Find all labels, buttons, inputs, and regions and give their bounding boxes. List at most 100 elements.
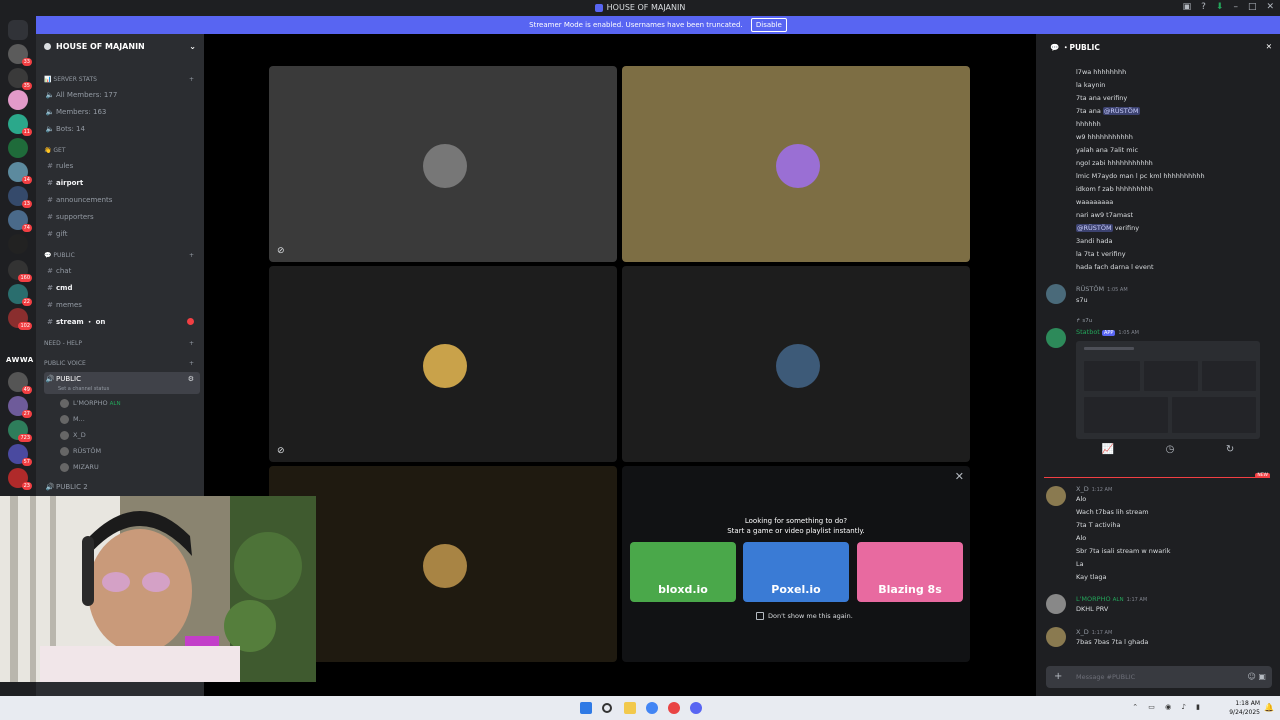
author-name: L'MORPHO bbox=[1076, 595, 1111, 603]
video-tile[interactable] bbox=[622, 266, 970, 462]
checkbox-icon[interactable] bbox=[756, 612, 764, 620]
voice-channel-public-2[interactable]: 🔊 PUBLIC 2 bbox=[44, 480, 200, 494]
add-channel-icon[interactable]: + bbox=[189, 74, 194, 86]
emoji-icon[interactable]: ☺ ▣ bbox=[1248, 666, 1266, 688]
video-tile[interactable]: ⊘ bbox=[269, 266, 617, 462]
search-icon[interactable] bbox=[602, 703, 612, 713]
hash-icon: # bbox=[47, 196, 53, 204]
channel-cmd[interactable]: # cmd bbox=[44, 281, 200, 295]
maximize-icon[interactable]: □ bbox=[1248, 2, 1257, 12]
chevron-down-icon[interactable]: ⌄ bbox=[189, 42, 196, 60]
channel-chat[interactable]: # chat bbox=[44, 264, 200, 278]
home-icon[interactable] bbox=[8, 20, 28, 40]
server-icon[interactable]: 160 bbox=[8, 260, 32, 282]
message-input[interactable]: + Message #PUBLIC ☺ ▣ bbox=[1046, 666, 1272, 688]
voice-channel-stat[interactable]: 🔈 Bots: 14 bbox=[44, 122, 200, 136]
server-folder-label[interactable]: AWWA bbox=[6, 356, 34, 364]
server-icon[interactable]: 11 bbox=[8, 114, 32, 136]
server-icon[interactable]: 35 bbox=[8, 68, 32, 90]
category-get[interactable]: 👋 GET bbox=[44, 145, 200, 157]
user-mention[interactable]: @RÜSTÖM bbox=[1076, 224, 1113, 232]
channel-airport[interactable]: # airport bbox=[44, 176, 200, 190]
channel-announcements[interactable]: # announcements bbox=[44, 193, 200, 207]
chat-line: 3andi hada bbox=[1076, 237, 1113, 245]
user-mention[interactable]: @RÜSTÖM bbox=[1102, 107, 1140, 115]
avatar[interactable] bbox=[1046, 627, 1066, 647]
voice-channel-public[interactable]: 🔊 PUBLIC ⚙ Set a channel status bbox=[44, 372, 200, 394]
game-card-bloxd[interactable]: bloxd.io bbox=[630, 542, 736, 602]
statbot-avatar[interactable] bbox=[1046, 328, 1066, 348]
file-explorer-icon[interactable] bbox=[624, 702, 636, 714]
server-icon[interactable] bbox=[8, 90, 28, 110]
server-icon[interactable]: 23 bbox=[8, 468, 32, 490]
add-channel-icon[interactable]: + bbox=[189, 358, 194, 370]
video-tile[interactable] bbox=[269, 466, 617, 662]
category-public[interactable]: 💬 PUBLIC + bbox=[44, 250, 200, 262]
server-icon[interactable]: 22 bbox=[8, 284, 32, 306]
avatar[interactable] bbox=[1046, 486, 1066, 506]
avatar[interactable] bbox=[1046, 594, 1066, 614]
clock-date: 9/24/2025 bbox=[1229, 709, 1260, 716]
video-tile[interactable] bbox=[622, 66, 970, 262]
chrome-icon[interactable] bbox=[646, 702, 658, 714]
taskbar-clock[interactable]: 1:18 AM 9/24/2025 bbox=[1229, 699, 1260, 717]
game-card-poxel[interactable]: Poxel.io bbox=[743, 542, 849, 602]
voice-user[interactable]: MIZARU bbox=[60, 460, 200, 474]
server-icon[interactable] bbox=[8, 138, 28, 158]
avatar[interactable] bbox=[1046, 284, 1066, 304]
streamer-mode-banner: Streamer Mode is enabled. Usernames have… bbox=[36, 16, 1280, 34]
video-tile[interactable]: ⊘ bbox=[269, 66, 617, 262]
server-icon[interactable]: 57 bbox=[8, 444, 32, 466]
server-icon[interactable]: 723 bbox=[8, 420, 32, 442]
dont-show-checkbox[interactable]: Don't show me this again. bbox=[756, 612, 853, 620]
add-channel-icon[interactable]: + bbox=[189, 338, 194, 350]
start-windows-icon[interactable] bbox=[580, 702, 592, 714]
category-need-help[interactable]: NEED - HELP + bbox=[44, 338, 200, 350]
category-server-stats[interactable]: 📊 SERVER STATS + bbox=[44, 74, 200, 86]
voice-user[interactable]: RÜSTÖM bbox=[60, 444, 200, 458]
notification-bell-icon[interactable]: 🔔 bbox=[1264, 703, 1274, 712]
category-public-voice[interactable]: PUBLIC VOICE + bbox=[44, 358, 200, 370]
statbot-embed-image[interactable] bbox=[1076, 341, 1260, 439]
server-header[interactable]: HOUSE OF MAJANIN ⌄ bbox=[36, 34, 204, 60]
server-icon[interactable]: 13 bbox=[8, 186, 32, 208]
plus-icon[interactable]: + bbox=[1054, 666, 1062, 688]
server-icon[interactable]: 27 bbox=[8, 396, 32, 418]
voice-user[interactable]: M... bbox=[60, 412, 200, 426]
discord-icon[interactable] bbox=[690, 702, 702, 714]
channel-supporters[interactable]: # supporters bbox=[44, 210, 200, 224]
voice-user[interactable]: X_D bbox=[60, 428, 200, 442]
settings-gear-icon[interactable]: ⚙ bbox=[188, 372, 194, 386]
minimize-icon[interactable]: – bbox=[1233, 2, 1238, 12]
message-author[interactable]: Statbot APP 1:05 AM bbox=[1076, 327, 1139, 338]
server-icon[interactable]: 49 bbox=[8, 372, 32, 394]
app-icon[interactable] bbox=[668, 702, 680, 714]
inbox-icon[interactable]: ▣ bbox=[1183, 2, 1192, 12]
close-icon[interactable]: ✕ bbox=[1266, 2, 1274, 12]
server-icon[interactable]: 102 bbox=[8, 308, 32, 330]
refresh-icon[interactable]: ↻ bbox=[1226, 444, 1234, 455]
server-icon[interactable]: 74 bbox=[8, 210, 32, 232]
channel-memes[interactable]: # memes bbox=[44, 298, 200, 312]
server-icon[interactable]: 14 bbox=[8, 162, 32, 184]
channel-stream[interactable]: # stream ・ on bbox=[44, 315, 200, 329]
help-icon[interactable]: ? bbox=[1201, 2, 1206, 12]
clock-icon[interactable]: ◷ bbox=[1166, 444, 1175, 455]
voice-channel-stat[interactable]: 🔈 All Members: 177 bbox=[44, 88, 200, 102]
download-icon[interactable]: ⬇ bbox=[1216, 2, 1224, 12]
close-icon[interactable]: ✕ bbox=[955, 470, 964, 483]
channel-rules[interactable]: # rules bbox=[44, 159, 200, 173]
voice-channel-stat[interactable]: 🔈 Members: 163 bbox=[44, 105, 200, 119]
mention-badge: 102 bbox=[18, 322, 32, 330]
server-icon[interactable]: 33 bbox=[8, 44, 32, 66]
add-channel-icon[interactable]: + bbox=[189, 250, 194, 262]
server-icon[interactable] bbox=[8, 234, 28, 254]
game-card-blazing[interactable]: Blazing 8s bbox=[857, 542, 963, 602]
chart-icon[interactable]: 📈 bbox=[1102, 444, 1114, 455]
disable-button[interactable]: Disable bbox=[750, 18, 787, 32]
channel-status[interactable]: Set a channel status bbox=[58, 382, 109, 396]
system-tray[interactable]: ⌃ ▭ ◉ ♪ ▮ bbox=[1132, 703, 1204, 711]
close-icon[interactable]: ✕ bbox=[1266, 42, 1272, 58]
voice-user[interactable]: L'MORPHO ALN bbox=[60, 396, 200, 410]
channel-gift[interactable]: # gift bbox=[44, 227, 200, 241]
